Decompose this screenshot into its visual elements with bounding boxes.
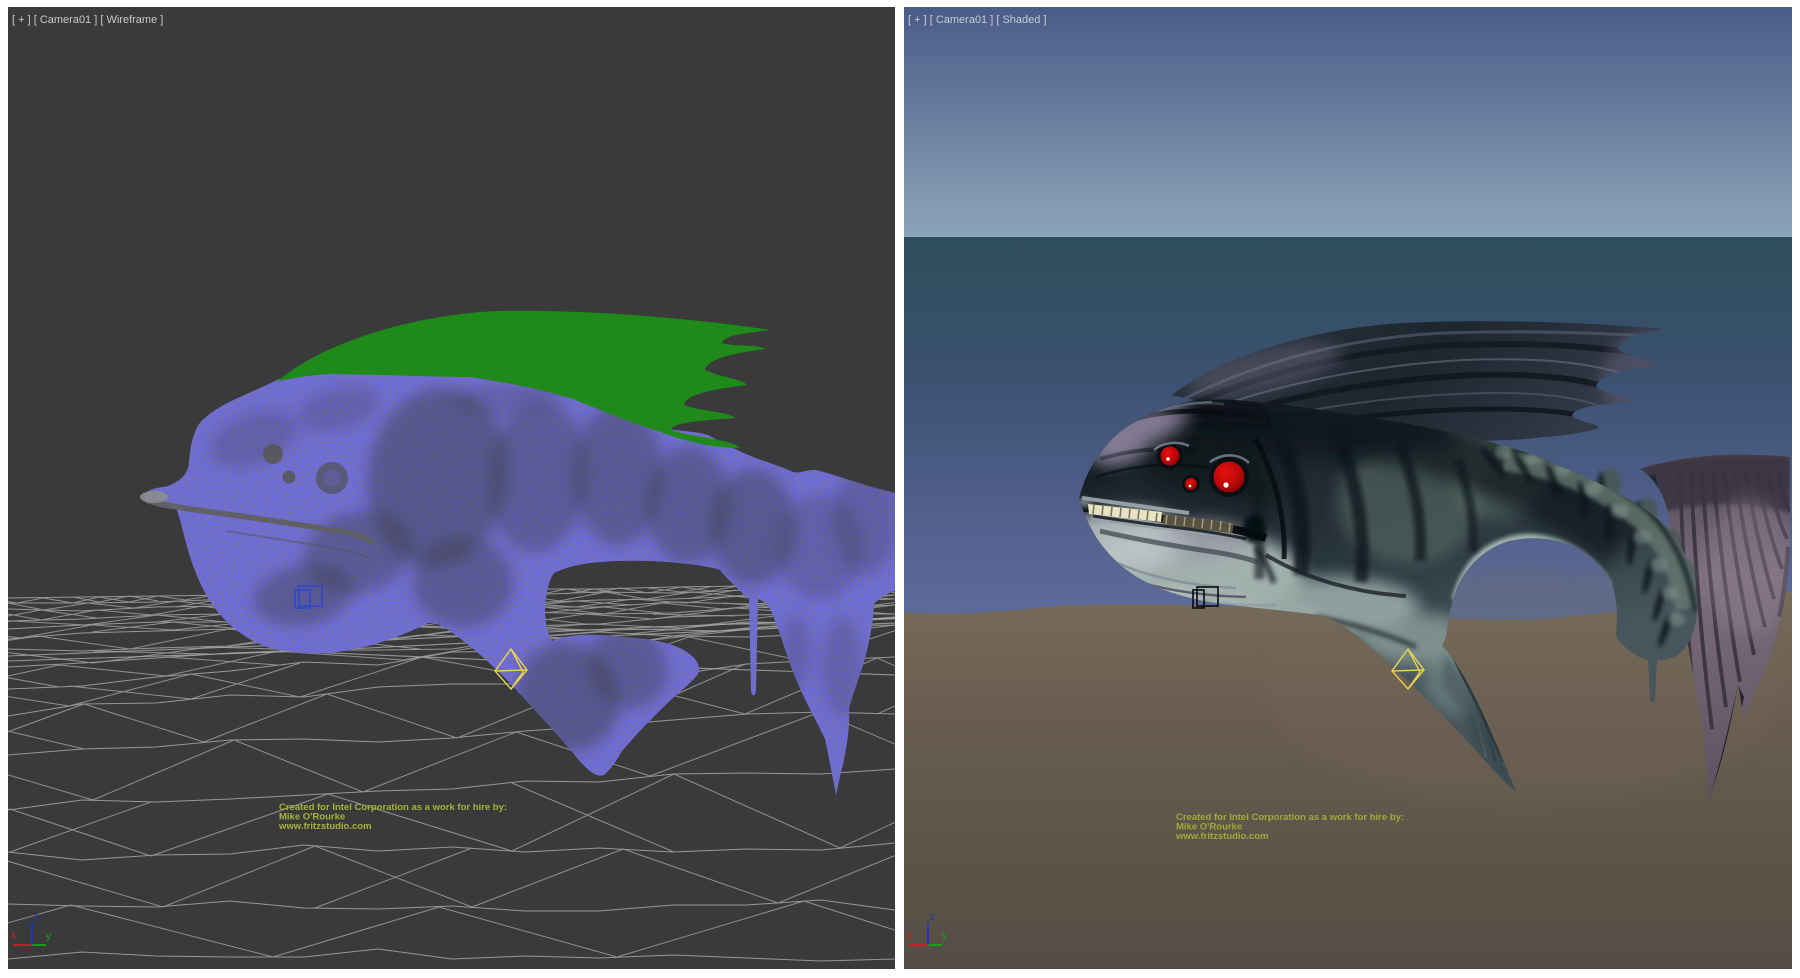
svg-text:z: z [34, 912, 39, 923]
svg-text:x: x [907, 930, 912, 941]
svg-text:x: x [11, 930, 16, 941]
svg-text:z: z [930, 912, 935, 923]
svg-text:[ + ] [ Camera01 ] [ Shaded ]: [ + ] [ Camera01 ] [ Shaded ] [908, 14, 1047, 26]
svg-text:[ + ] [ Camera01 ] [ Wireframe: [ + ] [ Camera01 ] [ Wireframe ] [12, 14, 163, 26]
svg-text:www.fritzstudio.com: www.fritzstudio.com [1175, 831, 1269, 842]
svg-text:y: y [46, 931, 51, 942]
svg-text:www.fritzstudio.com: www.fritzstudio.com [278, 821, 372, 832]
svg-text:y: y [942, 931, 947, 942]
